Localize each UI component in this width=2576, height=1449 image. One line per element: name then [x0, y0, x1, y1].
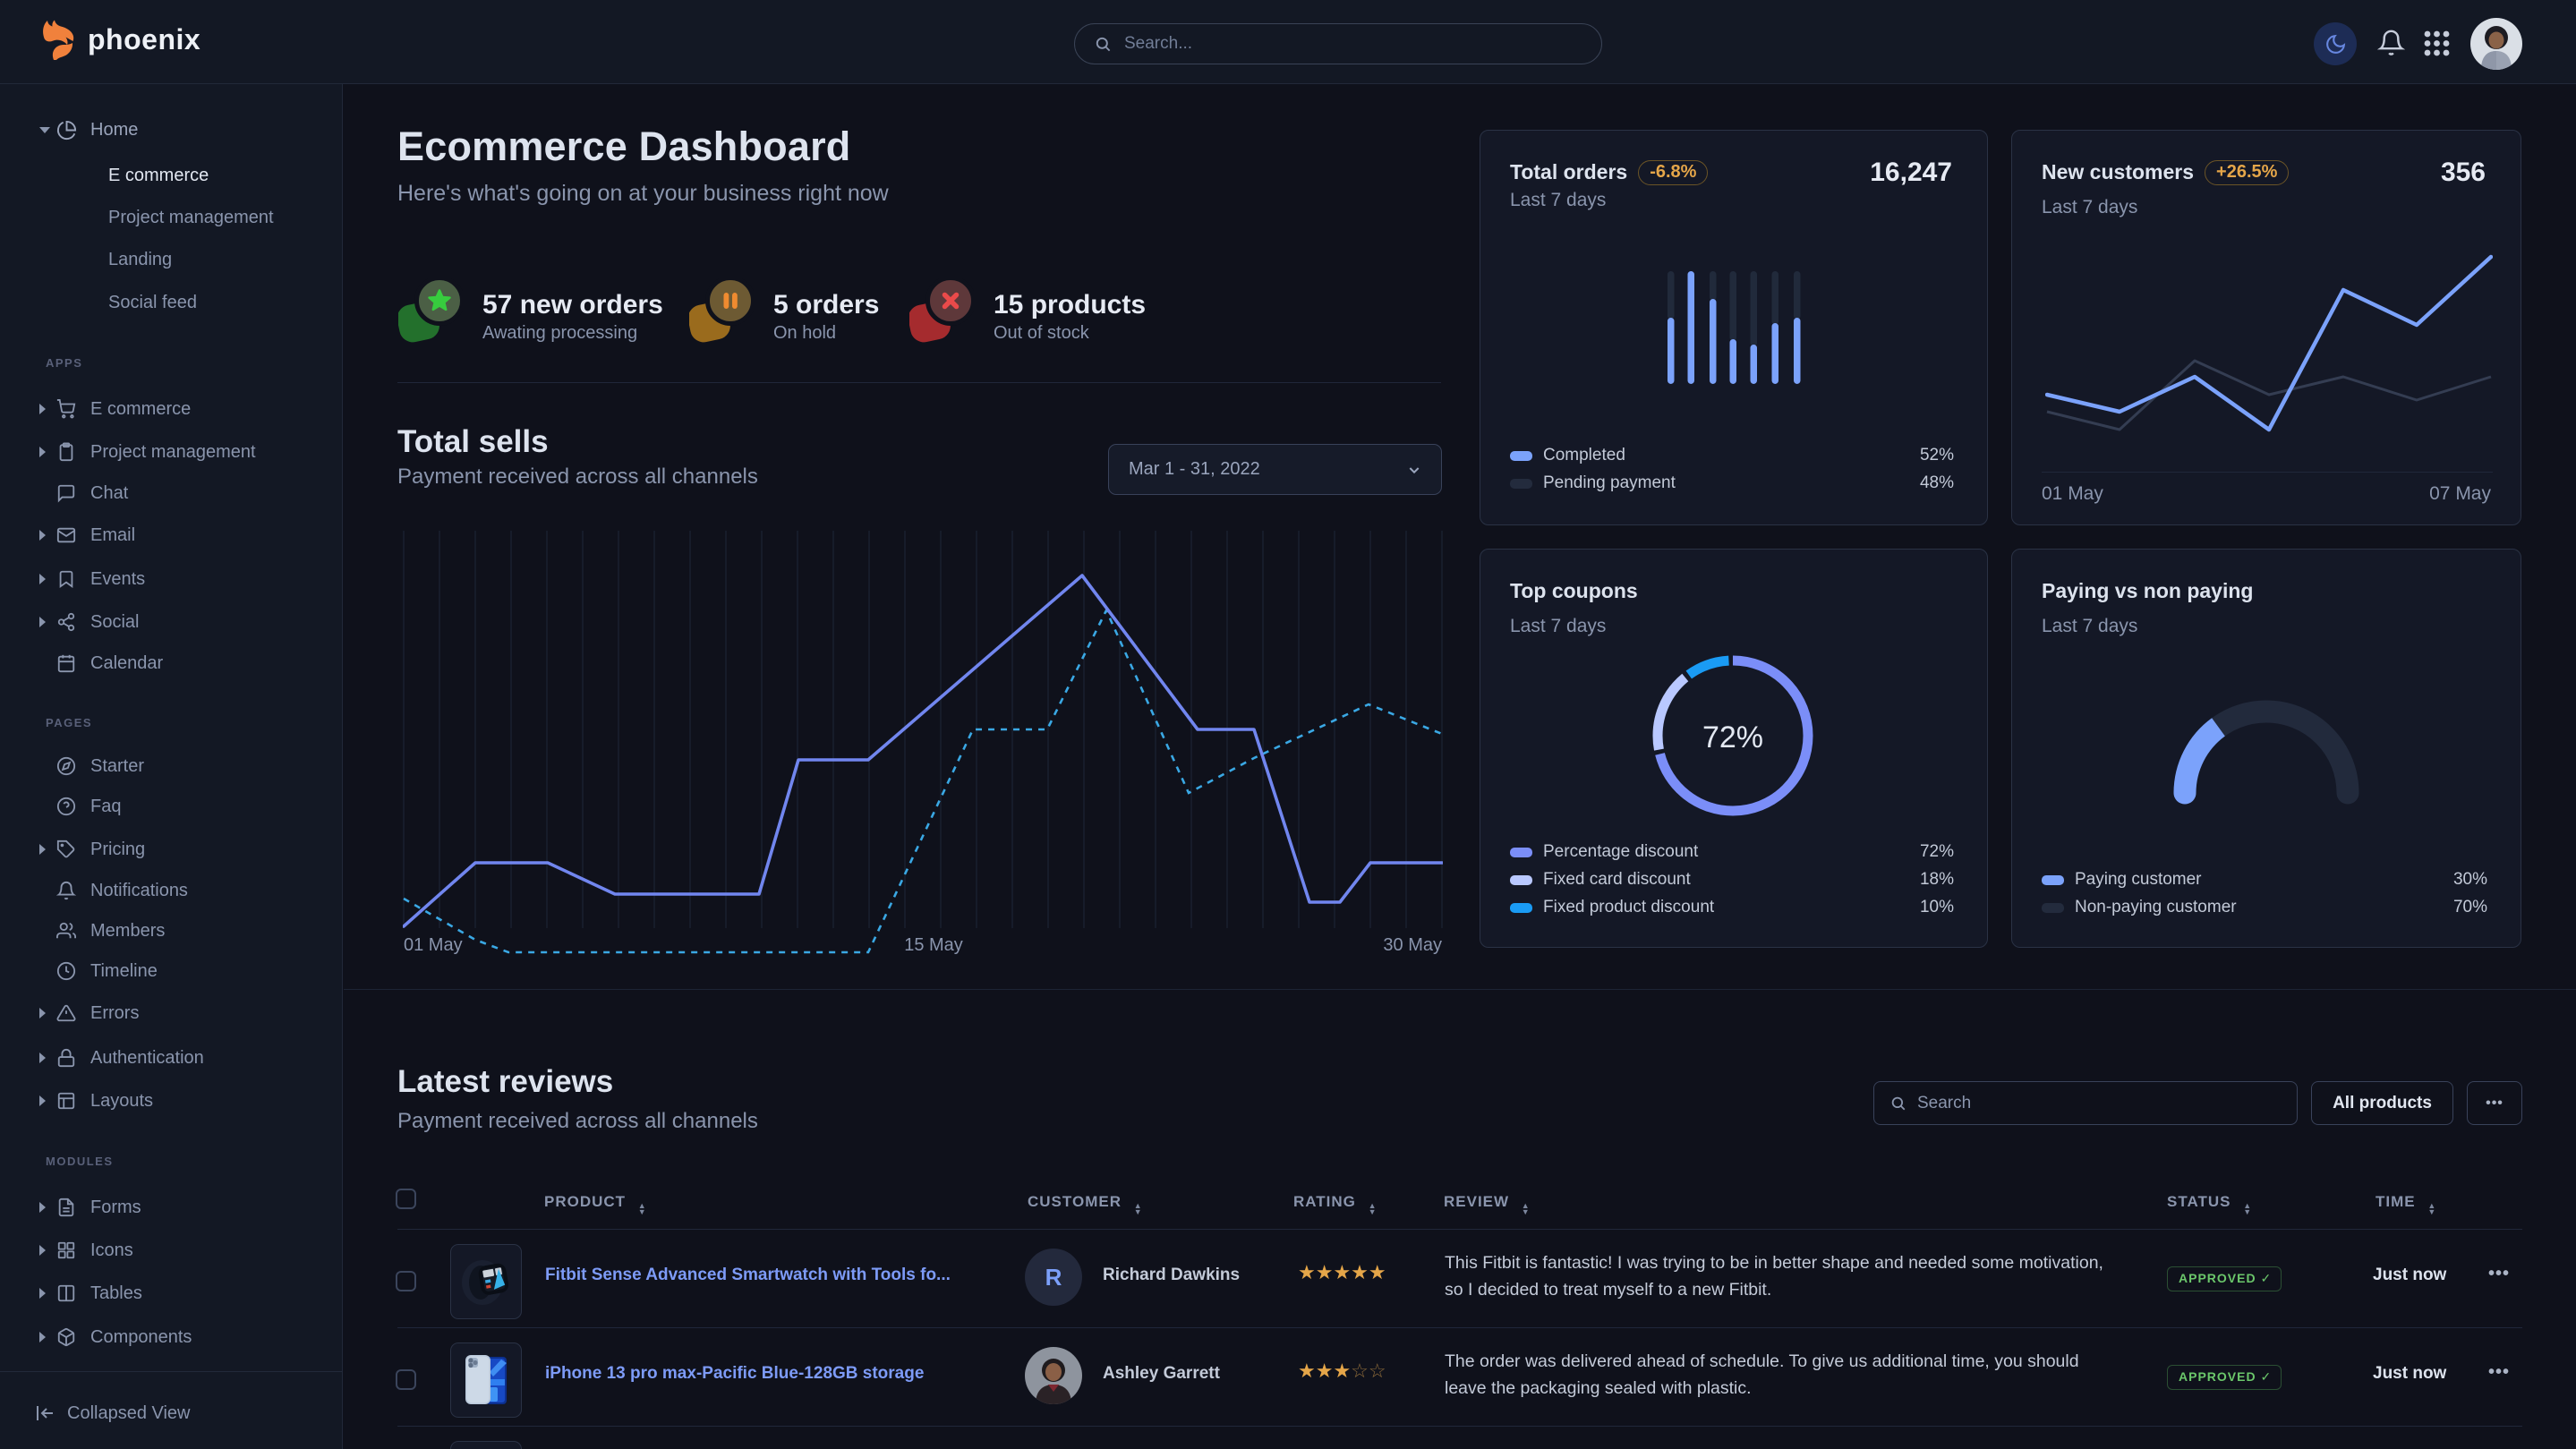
svg-text:01 May: 01 May [404, 935, 463, 955]
svg-text:72%: 72% [1702, 720, 1763, 754]
svg-text:30 May: 30 May [1383, 935, 1442, 955]
svg-text:15 May: 15 May [904, 935, 963, 955]
